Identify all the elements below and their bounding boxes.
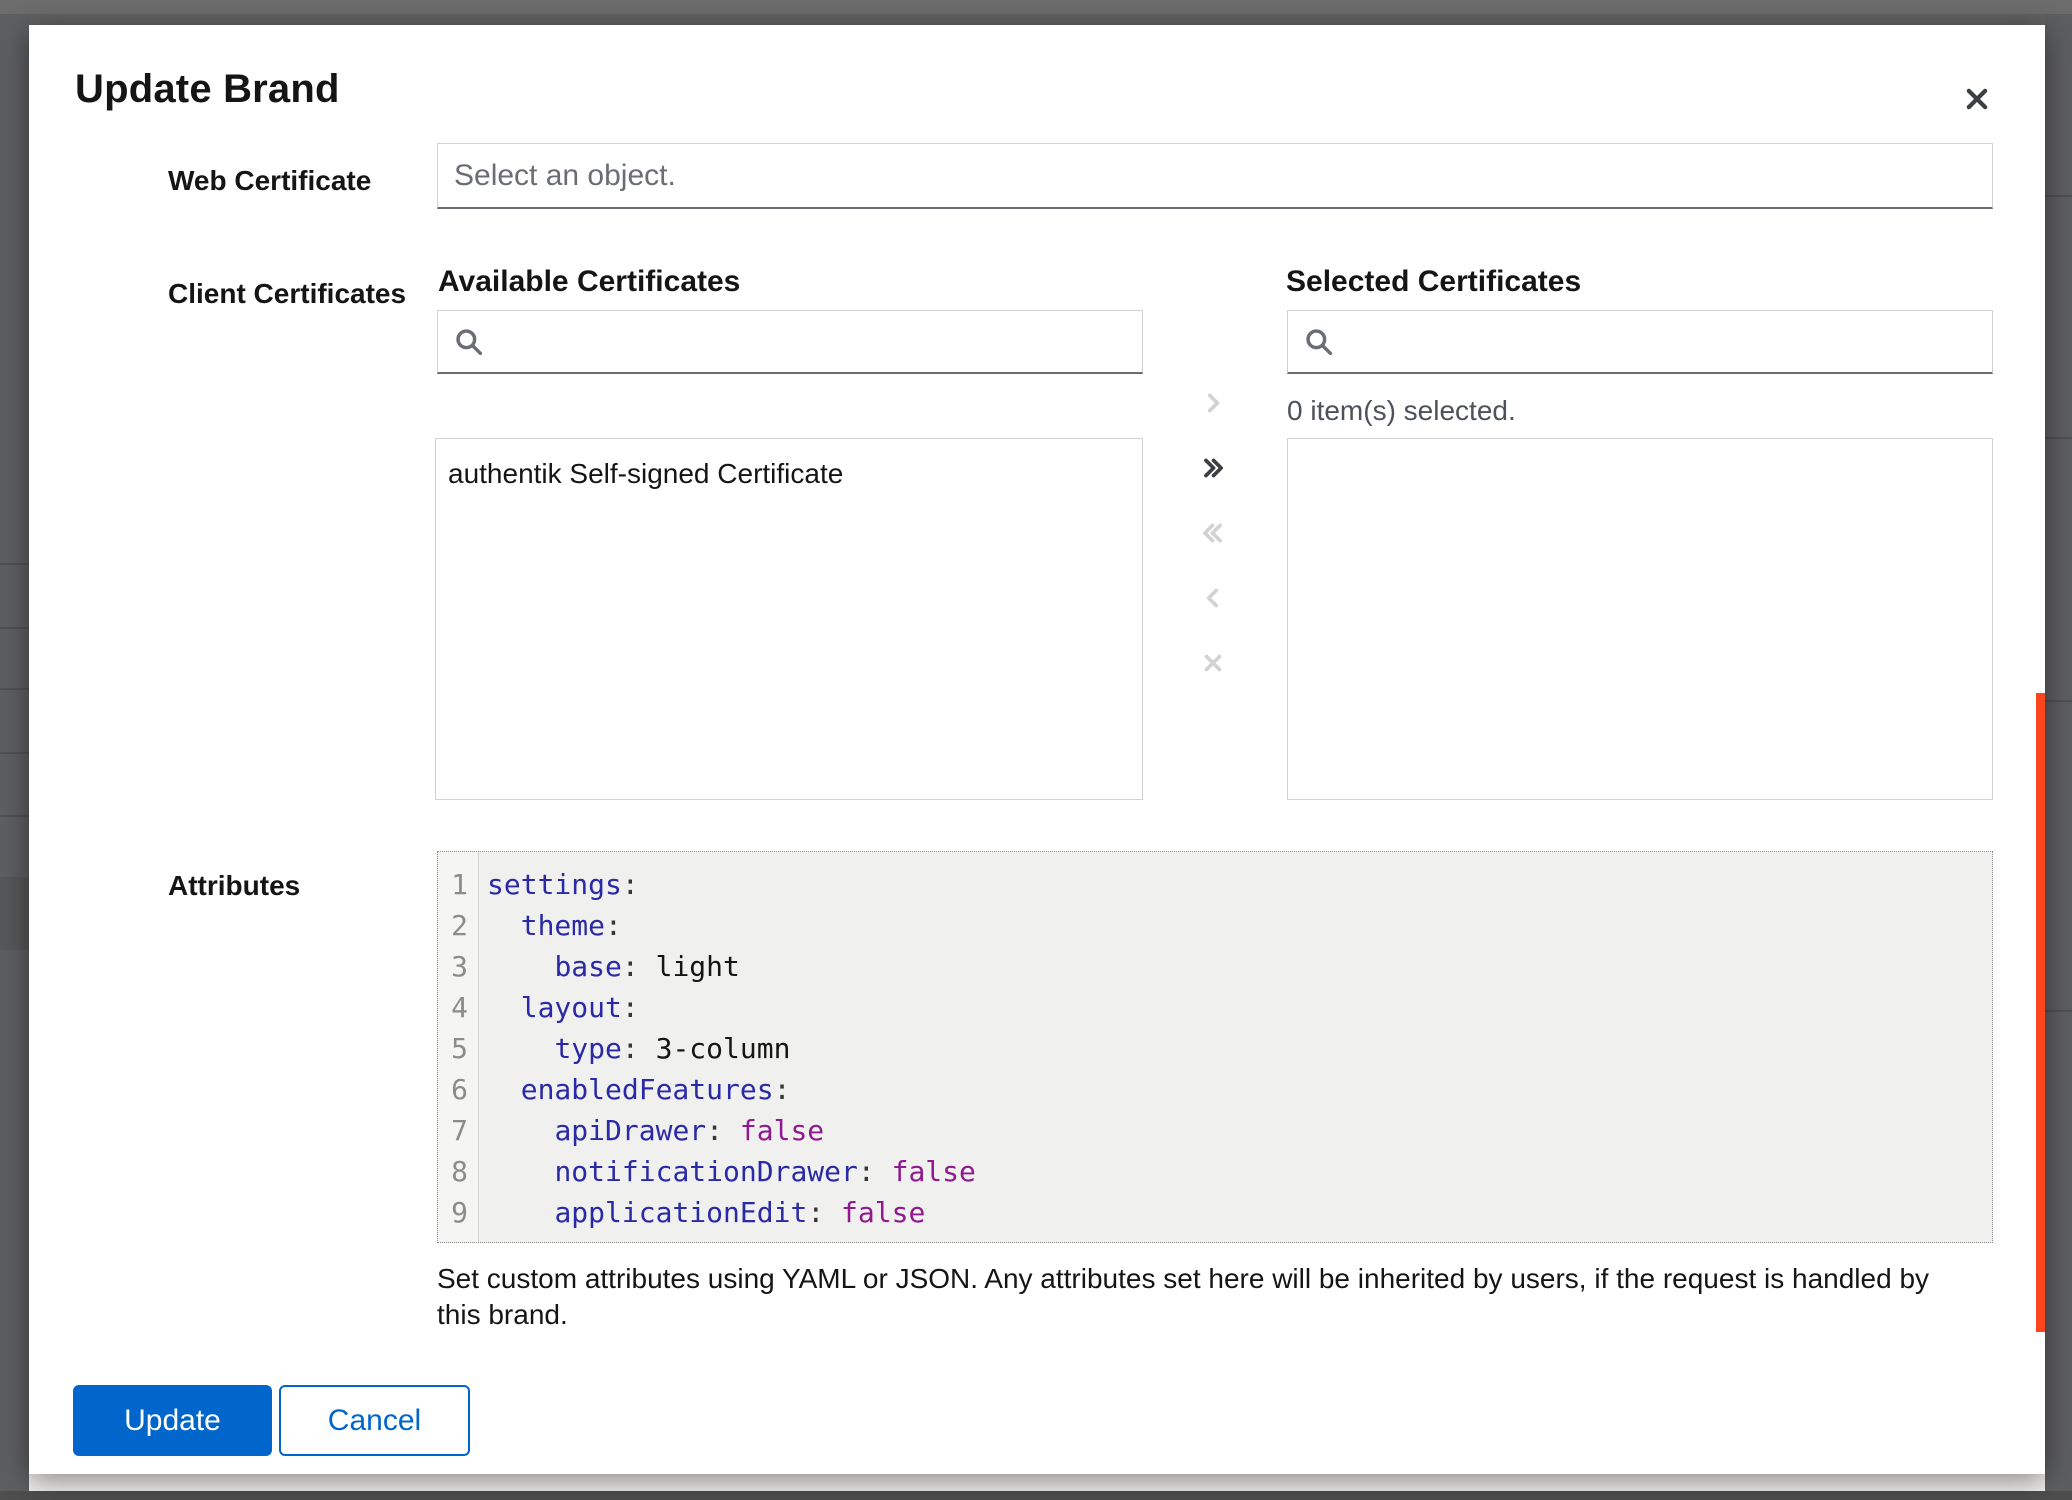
attributes-help-text: Set custom attributes using YAML or JSON… <box>437 1261 1967 1333</box>
attributes-code-editor[interactable]: 123456789 settings: theme: base: light l… <box>437 851 1993 1243</box>
available-certificates-listbox[interactable]: authentik Self-signed Certificate <box>435 438 1143 800</box>
chevron-left-icon <box>1200 585 1226 611</box>
line-number: 6 <box>438 1069 468 1110</box>
background-row-divider <box>2045 195 2072 197</box>
cancel-button[interactable]: Cancel <box>279 1385 470 1456</box>
background-page-header <box>0 0 2072 14</box>
code-line: settings: <box>487 864 976 905</box>
chevron-right-icon <box>1200 390 1226 416</box>
attributes-label: Attributes <box>168 870 300 902</box>
code-line: notificationDrawer: false <box>487 1151 976 1192</box>
line-number: 7 <box>438 1110 468 1151</box>
background-row-divider <box>2045 700 2072 702</box>
selected-certificates-heading: Selected Certificates <box>1286 265 1581 299</box>
code-line: type: 3-column <box>487 1028 976 1069</box>
line-number: 3 <box>438 946 468 987</box>
available-search-input[interactable] <box>437 310 1143 374</box>
code-line: applicationEdit: false <box>487 1192 976 1233</box>
line-number: 4 <box>438 987 468 1028</box>
selected-certificates-listbox[interactable] <box>1287 438 1993 800</box>
editor-line-numbers: 123456789 <box>438 852 479 1242</box>
background-sidebar-divider <box>0 815 29 817</box>
update-button[interactable]: Update <box>73 1385 272 1456</box>
available-certificates-heading: Available Certificates <box>438 265 740 299</box>
selected-search-input[interactable] <box>1287 310 1993 374</box>
times-icon <box>1200 650 1226 676</box>
code-line: theme: <box>487 905 976 946</box>
move-selected-right-button[interactable] <box>1191 381 1235 425</box>
clear-selection-button[interactable] <box>1191 641 1235 685</box>
modal-scrollbar-thumb[interactable] <box>2036 693 2045 1332</box>
move-all-right-button[interactable] <box>1191 446 1235 490</box>
code-line: enabledFeatures: <box>487 1069 976 1110</box>
certificate-list-item[interactable]: authentik Self-signed Certificate <box>436 439 1142 509</box>
close-button[interactable] <box>1955 77 1999 121</box>
background-sidebar-divider <box>0 688 29 690</box>
client-certificates-label: Client Certificates <box>168 278 406 310</box>
close-icon <box>1962 84 1992 114</box>
background-sidebar-divider <box>0 563 29 565</box>
line-number: 8 <box>438 1151 468 1192</box>
code-line: apiDrawer: false <box>487 1110 976 1151</box>
line-number: 5 <box>438 1028 468 1069</box>
editor-code[interactable]: settings: theme: base: light layout: typ… <box>479 852 976 1242</box>
code-line: layout: <box>487 987 976 1028</box>
background-sidebar <box>0 14 29 1500</box>
double-chevron-left-icon <box>1200 520 1226 546</box>
line-number: 1 <box>438 864 468 905</box>
line-number: 9 <box>438 1192 468 1233</box>
move-selected-left-button[interactable] <box>1191 576 1235 620</box>
background-sidebar-divider <box>0 627 29 629</box>
selected-search <box>1287 310 1993 374</box>
background-page-right <box>2045 14 2072 1500</box>
background-page-footer <box>0 1491 2072 1500</box>
transfer-buttons <box>1191 381 1235 685</box>
background-sidebar-divider <box>0 752 29 754</box>
update-brand-modal: Update Brand Web Certificate Client Cert… <box>29 25 2045 1474</box>
line-number: 2 <box>438 905 468 946</box>
background-row-divider <box>2045 1010 2072 1012</box>
available-search <box>437 310 1143 374</box>
modal-title: Update Brand <box>75 67 340 112</box>
selected-count-status: 0 item(s) selected. <box>1287 395 1516 427</box>
web-certificate-label: Web Certificate <box>168 165 371 197</box>
background-page-bottom <box>29 1474 2045 1491</box>
web-certificate-select[interactable] <box>437 143 1993 209</box>
code-line: base: light <box>487 946 976 987</box>
move-all-left-button[interactable] <box>1191 511 1235 555</box>
background-row-divider <box>2045 437 2072 439</box>
background-sidebar-section <box>0 877 29 950</box>
double-chevron-right-icon <box>1200 455 1226 481</box>
